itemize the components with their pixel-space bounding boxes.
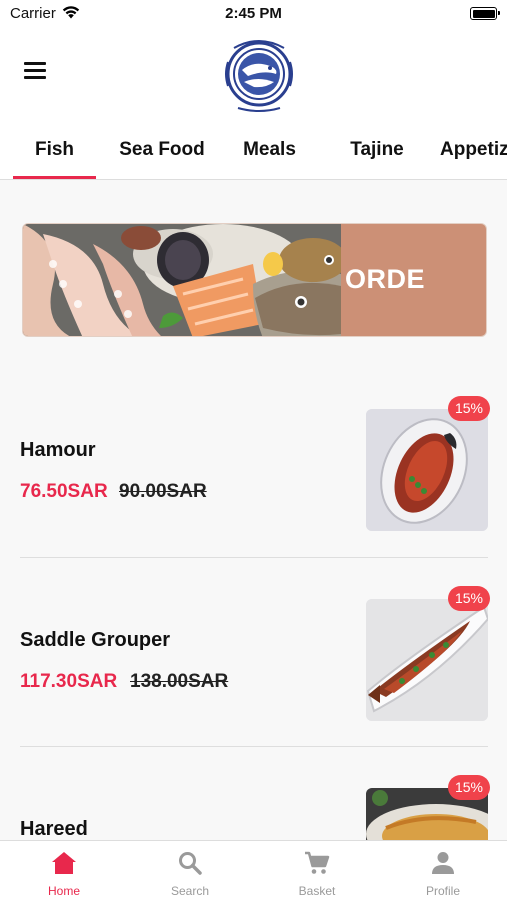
restaurant-logo (225, 40, 293, 112)
saddle-grouper-dish-image (366, 599, 488, 721)
tab-tajine[interactable]: Tajine (339, 120, 415, 179)
tab-appetizers[interactable]: Appetiz (440, 120, 507, 179)
nav-profile[interactable]: Profile (380, 841, 506, 900)
cart-icon (305, 851, 330, 874)
item-name: Hareed (20, 818, 88, 840)
item-divider (20, 557, 488, 558)
nav-home-label: Home (47, 884, 80, 898)
banner-text: ORDE (345, 264, 426, 294)
item-image[interactable] (366, 409, 488, 531)
search-icon (179, 852, 202, 875)
menu-item[interactable]: Hareed 15% (20, 775, 490, 840)
item-price: 76.50SAR (20, 481, 108, 502)
item-name: Hamour (20, 439, 96, 461)
menu-item[interactable]: Saddle Grouper 117.30SAR 138.00SAR 15% (20, 586, 490, 721)
discount-badge: 15% (448, 586, 490, 611)
battery-icon (470, 7, 500, 20)
item-image[interactable] (366, 599, 488, 721)
tab-fish[interactable]: Fish (13, 120, 96, 179)
item-old-price: 90.00SAR (119, 481, 207, 502)
nav-profile-label: Profile (425, 884, 460, 898)
nav-basket[interactable]: Basket (254, 841, 380, 900)
profile-icon (432, 852, 454, 874)
status-bar: Carrier 2:45 PM (0, 0, 507, 28)
bottom-nav: Home Search Basket Profile (0, 840, 507, 900)
menu-icon[interactable] (24, 62, 46, 79)
tab-meals[interactable]: Meals (232, 120, 307, 179)
item-old-price: 138.00SAR (130, 671, 229, 692)
category-tabs: Fish Sea Food Meals Tajine Appetiz (0, 120, 507, 180)
item-price: 117.30SAR (20, 671, 118, 692)
tab-sea-food[interactable]: Sea Food (114, 120, 210, 179)
promo-banner[interactable]: ORDE (22, 223, 487, 337)
nav-home[interactable]: Home (1, 841, 127, 900)
nav-basket-label: Basket (298, 884, 336, 898)
home-icon (52, 852, 76, 874)
nav-search[interactable]: Search (127, 841, 253, 900)
item-divider (20, 746, 488, 747)
item-name: Saddle Grouper (20, 629, 171, 651)
app-header (0, 28, 507, 120)
seafood-platter-image (23, 224, 341, 336)
status-time: 2:45 PM (225, 5, 282, 22)
menu-item[interactable]: Hamour 76.50SAR 90.00SAR 15% (20, 396, 490, 531)
discount-badge: 15% (448, 396, 490, 421)
discount-badge: 15% (448, 775, 490, 800)
nav-search-label: Search (170, 884, 210, 898)
hamour-dish-image (366, 409, 488, 531)
